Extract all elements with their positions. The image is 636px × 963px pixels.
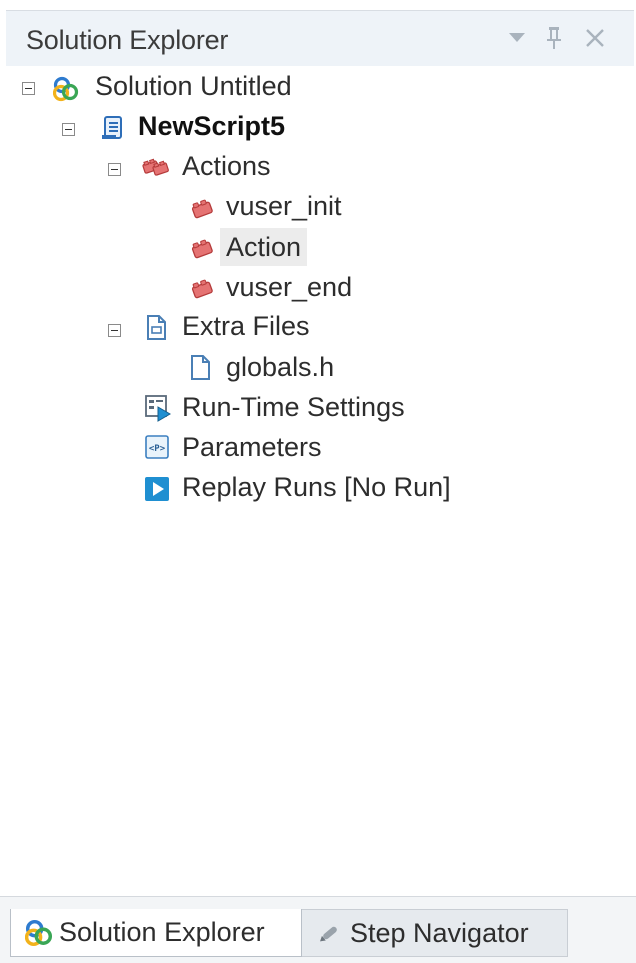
solution-icon: [24, 919, 53, 947]
panel-header: Solution Explorer: [6, 10, 634, 67]
svg-text:<P>: <P>: [149, 444, 166, 454]
close-icon[interactable]: [580, 21, 610, 55]
extra-files-icon: [144, 314, 168, 340]
action-brick-icon: [188, 196, 213, 220]
tab-label: Solution Explorer: [59, 917, 265, 947]
collapse-toggle[interactable]: [62, 123, 75, 136]
tree-label: Replay Runs [No Run]: [182, 472, 451, 502]
solution-tree: Solution Untitled NewScript5 Actions vus…: [0, 66, 636, 896]
runtime-settings-icon: [144, 394, 171, 422]
panel-title: Solution Explorer: [26, 25, 229, 55]
solution-explorer-panel: Solution Explorer Solution Untitled NewS…: [0, 0, 636, 963]
panel-tabs: Solution Explorer Step Navigator: [0, 896, 636, 963]
pin-icon[interactable]: [539, 21, 569, 55]
tree-label: vuser_init: [226, 191, 342, 221]
script-icon: [100, 115, 124, 139]
action-brick-icon: [188, 236, 213, 260]
tab-step-navigator[interactable]: Step Navigator: [302, 909, 568, 957]
tree-label: Run-Time Settings: [182, 392, 405, 422]
actions-icon: [140, 155, 169, 179]
tree-label: NewScript5: [138, 111, 286, 141]
collapse-toggle[interactable]: [108, 324, 121, 337]
tree-label: Solution Untitled: [95, 71, 292, 101]
pencil-icon: [316, 919, 344, 947]
tree-label: globals.h: [226, 352, 335, 382]
tree-label: Extra Files: [182, 311, 310, 341]
tree-label: vuser_end: [226, 272, 353, 302]
parameters-icon: <P>: [144, 434, 169, 459]
tab-label: Step Navigator: [350, 917, 529, 948]
tree-label: Actions: [182, 151, 271, 181]
tree-label: Parameters: [182, 432, 322, 462]
play-icon: [144, 476, 169, 501]
tree-label-selected: Action: [220, 228, 308, 266]
file-icon: [188, 354, 212, 380]
collapse-toggle[interactable]: [22, 82, 35, 95]
solution-icon: [52, 76, 79, 102]
collapse-toggle[interactable]: [108, 163, 121, 176]
action-brick-icon: [188, 276, 213, 300]
tab-solution-explorer[interactable]: Solution Explorer: [10, 909, 302, 957]
dropdown-icon[interactable]: [502, 21, 532, 55]
